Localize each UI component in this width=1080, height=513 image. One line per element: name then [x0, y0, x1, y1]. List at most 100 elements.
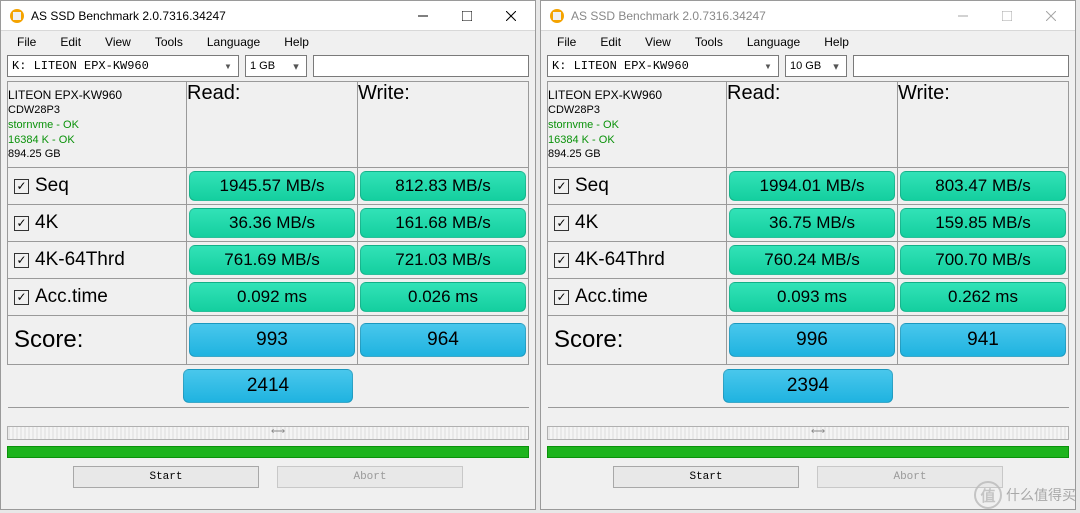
menu-view[interactable]: View [93, 33, 143, 51]
checkbox-fk64[interactable]: ✓ [554, 253, 569, 268]
chevron-down-icon: ▾ [760, 59, 776, 74]
app-icon [9, 8, 25, 24]
result-fk64-write: 700.70 MB/s [900, 245, 1066, 275]
total-cell: 2394 [548, 365, 1069, 408]
write-cell: 161.68 MB/s [358, 205, 529, 242]
drive-info: LITEON EPX-KW960 CDW28P3 stornvme - OK 1… [548, 82, 727, 168]
benchmark-window: AS SSD Benchmark 2.0.7316.34247 FileEdit… [0, 0, 536, 510]
row-label-cell: ✓ Seq [8, 168, 187, 205]
menu-language[interactable]: Language [735, 33, 812, 51]
row-label-fk: 4K [575, 212, 598, 234]
toolbar-input[interactable] [313, 55, 529, 77]
checkbox-acc[interactable]: ✓ [554, 290, 569, 305]
read-header: Read: [727, 82, 898, 168]
menu-help[interactable]: Help [272, 33, 321, 51]
menu-language[interactable]: Language [195, 33, 272, 51]
maximize-button[interactable] [985, 1, 1029, 31]
checkbox-seq[interactable]: ✓ [14, 179, 29, 194]
menu-help[interactable]: Help [812, 33, 861, 51]
drive-alignment: 16384 K - OK [548, 133, 726, 148]
results-table: LITEON EPX-KW960 CDW28P3 stornvme - OK 1… [547, 81, 1069, 418]
button-bar: Start Abort [1, 458, 535, 494]
read-cell: 36.36 MB/s [187, 205, 358, 242]
test-size-select[interactable]: 10 GB ▾ [785, 55, 847, 77]
progress-bar-complete [547, 446, 1069, 458]
result-seq-read: 1994.01 MB/s [729, 171, 895, 201]
minimize-button[interactable] [401, 1, 445, 31]
result-fk64-read: 760.24 MB/s [729, 245, 895, 275]
watermark-text: 什么值得买 [1006, 485, 1076, 505]
read-cell: 1945.57 MB/s [187, 168, 358, 205]
titlebar: AS SSD Benchmark 2.0.7316.34247 [1, 1, 535, 31]
write-cell: 0.262 ms [898, 279, 1069, 316]
minimize-button[interactable] [941, 1, 985, 31]
write-cell: 721.03 MB/s [358, 242, 529, 279]
menu-tools[interactable]: Tools [143, 33, 195, 51]
titlebar: AS SSD Benchmark 2.0.7316.34247 [541, 1, 1075, 31]
read-cell: 36.75 MB/s [727, 205, 898, 242]
menu-edit[interactable]: Edit [588, 33, 633, 51]
menu-view[interactable]: View [633, 33, 683, 51]
result-seq-read: 1945.57 MB/s [189, 171, 355, 201]
drive-driver: stornvme - OK [548, 118, 726, 133]
read-cell: 760.24 MB/s [727, 242, 898, 279]
chevron-down-icon: ▾ [220, 59, 236, 74]
maximize-button[interactable] [445, 1, 489, 31]
row-label-cell: ✓ 4K-64Thrd [8, 242, 187, 279]
write-cell: 0.026 ms [358, 279, 529, 316]
row-label-seq: Seq [575, 175, 609, 197]
total-cell: 2414 [8, 365, 529, 408]
chevron-down-icon: ▾ [828, 60, 844, 73]
result-fk-write: 159.85 MB/s [900, 208, 1066, 238]
write-header: Write: [358, 82, 529, 168]
app-icon [549, 8, 565, 24]
drive-size: 894.25 GB [8, 147, 186, 162]
checkbox-acc[interactable]: ✓ [14, 290, 29, 305]
chevron-down-icon: ▾ [288, 60, 304, 73]
checkbox-fk[interactable]: ✓ [554, 216, 569, 231]
drive-select-value: K: LITEON EPX-KW960 [552, 59, 689, 73]
write-header: Write: [898, 82, 1069, 168]
toolbar-input[interactable] [853, 55, 1069, 77]
score-label-cell: Score: [548, 316, 727, 365]
score-total: 2414 [183, 369, 353, 403]
score-label-cell: Score: [8, 316, 187, 365]
write-cell: 700.70 MB/s [898, 242, 1069, 279]
start-button[interactable]: Start [613, 466, 799, 488]
write-cell: 803.47 MB/s [898, 168, 1069, 205]
result-fk-read: 36.75 MB/s [729, 208, 895, 238]
close-button[interactable] [1029, 1, 1073, 31]
row-label-fk64: 4K-64Thrd [575, 249, 665, 271]
drive-select[interactable]: K: LITEON EPX-KW960 ▾ [7, 55, 239, 77]
progress-bar: ⟷ [7, 426, 529, 440]
read-cell: 1994.01 MB/s [727, 168, 898, 205]
toolbar: K: LITEON EPX-KW960 ▾ 10 GB ▾ [541, 53, 1075, 79]
row-label-acc: Acc.time [575, 286, 648, 308]
test-size-select[interactable]: 1 GB ▾ [245, 55, 307, 77]
result-acc-write: 0.026 ms [360, 282, 526, 312]
score-write-cell: 941 [898, 316, 1069, 365]
drive-firmware: CDW28P3 [548, 103, 726, 118]
drive-model: LITEON EPX-KW960 [8, 87, 186, 103]
drive-model: LITEON EPX-KW960 [548, 87, 726, 103]
drive-driver: stornvme - OK [8, 118, 186, 133]
results-table: LITEON EPX-KW960 CDW28P3 stornvme - OK 1… [7, 81, 529, 418]
checkbox-fk64[interactable]: ✓ [14, 253, 29, 268]
start-button[interactable]: Start [73, 466, 259, 488]
row-label-fk64: 4K-64Thrd [35, 249, 125, 271]
checkbox-fk[interactable]: ✓ [14, 216, 29, 231]
menu-file[interactable]: File [5, 33, 48, 51]
row-label-seq: Seq [35, 175, 69, 197]
drive-select[interactable]: K: LITEON EPX-KW960 ▾ [547, 55, 779, 77]
menu-edit[interactable]: Edit [48, 33, 93, 51]
result-fk-write: 161.68 MB/s [360, 208, 526, 238]
menu-file[interactable]: File [545, 33, 588, 51]
close-button[interactable] [489, 1, 533, 31]
menu-tools[interactable]: Tools [683, 33, 735, 51]
read-header: Read: [187, 82, 358, 168]
result-acc-read: 0.092 ms [189, 282, 355, 312]
checkbox-seq[interactable]: ✓ [554, 179, 569, 194]
test-size-value: 1 GB [250, 60, 275, 72]
score-read: 996 [729, 323, 895, 357]
benchmark-window: AS SSD Benchmark 2.0.7316.34247 FileEdit… [540, 0, 1076, 510]
